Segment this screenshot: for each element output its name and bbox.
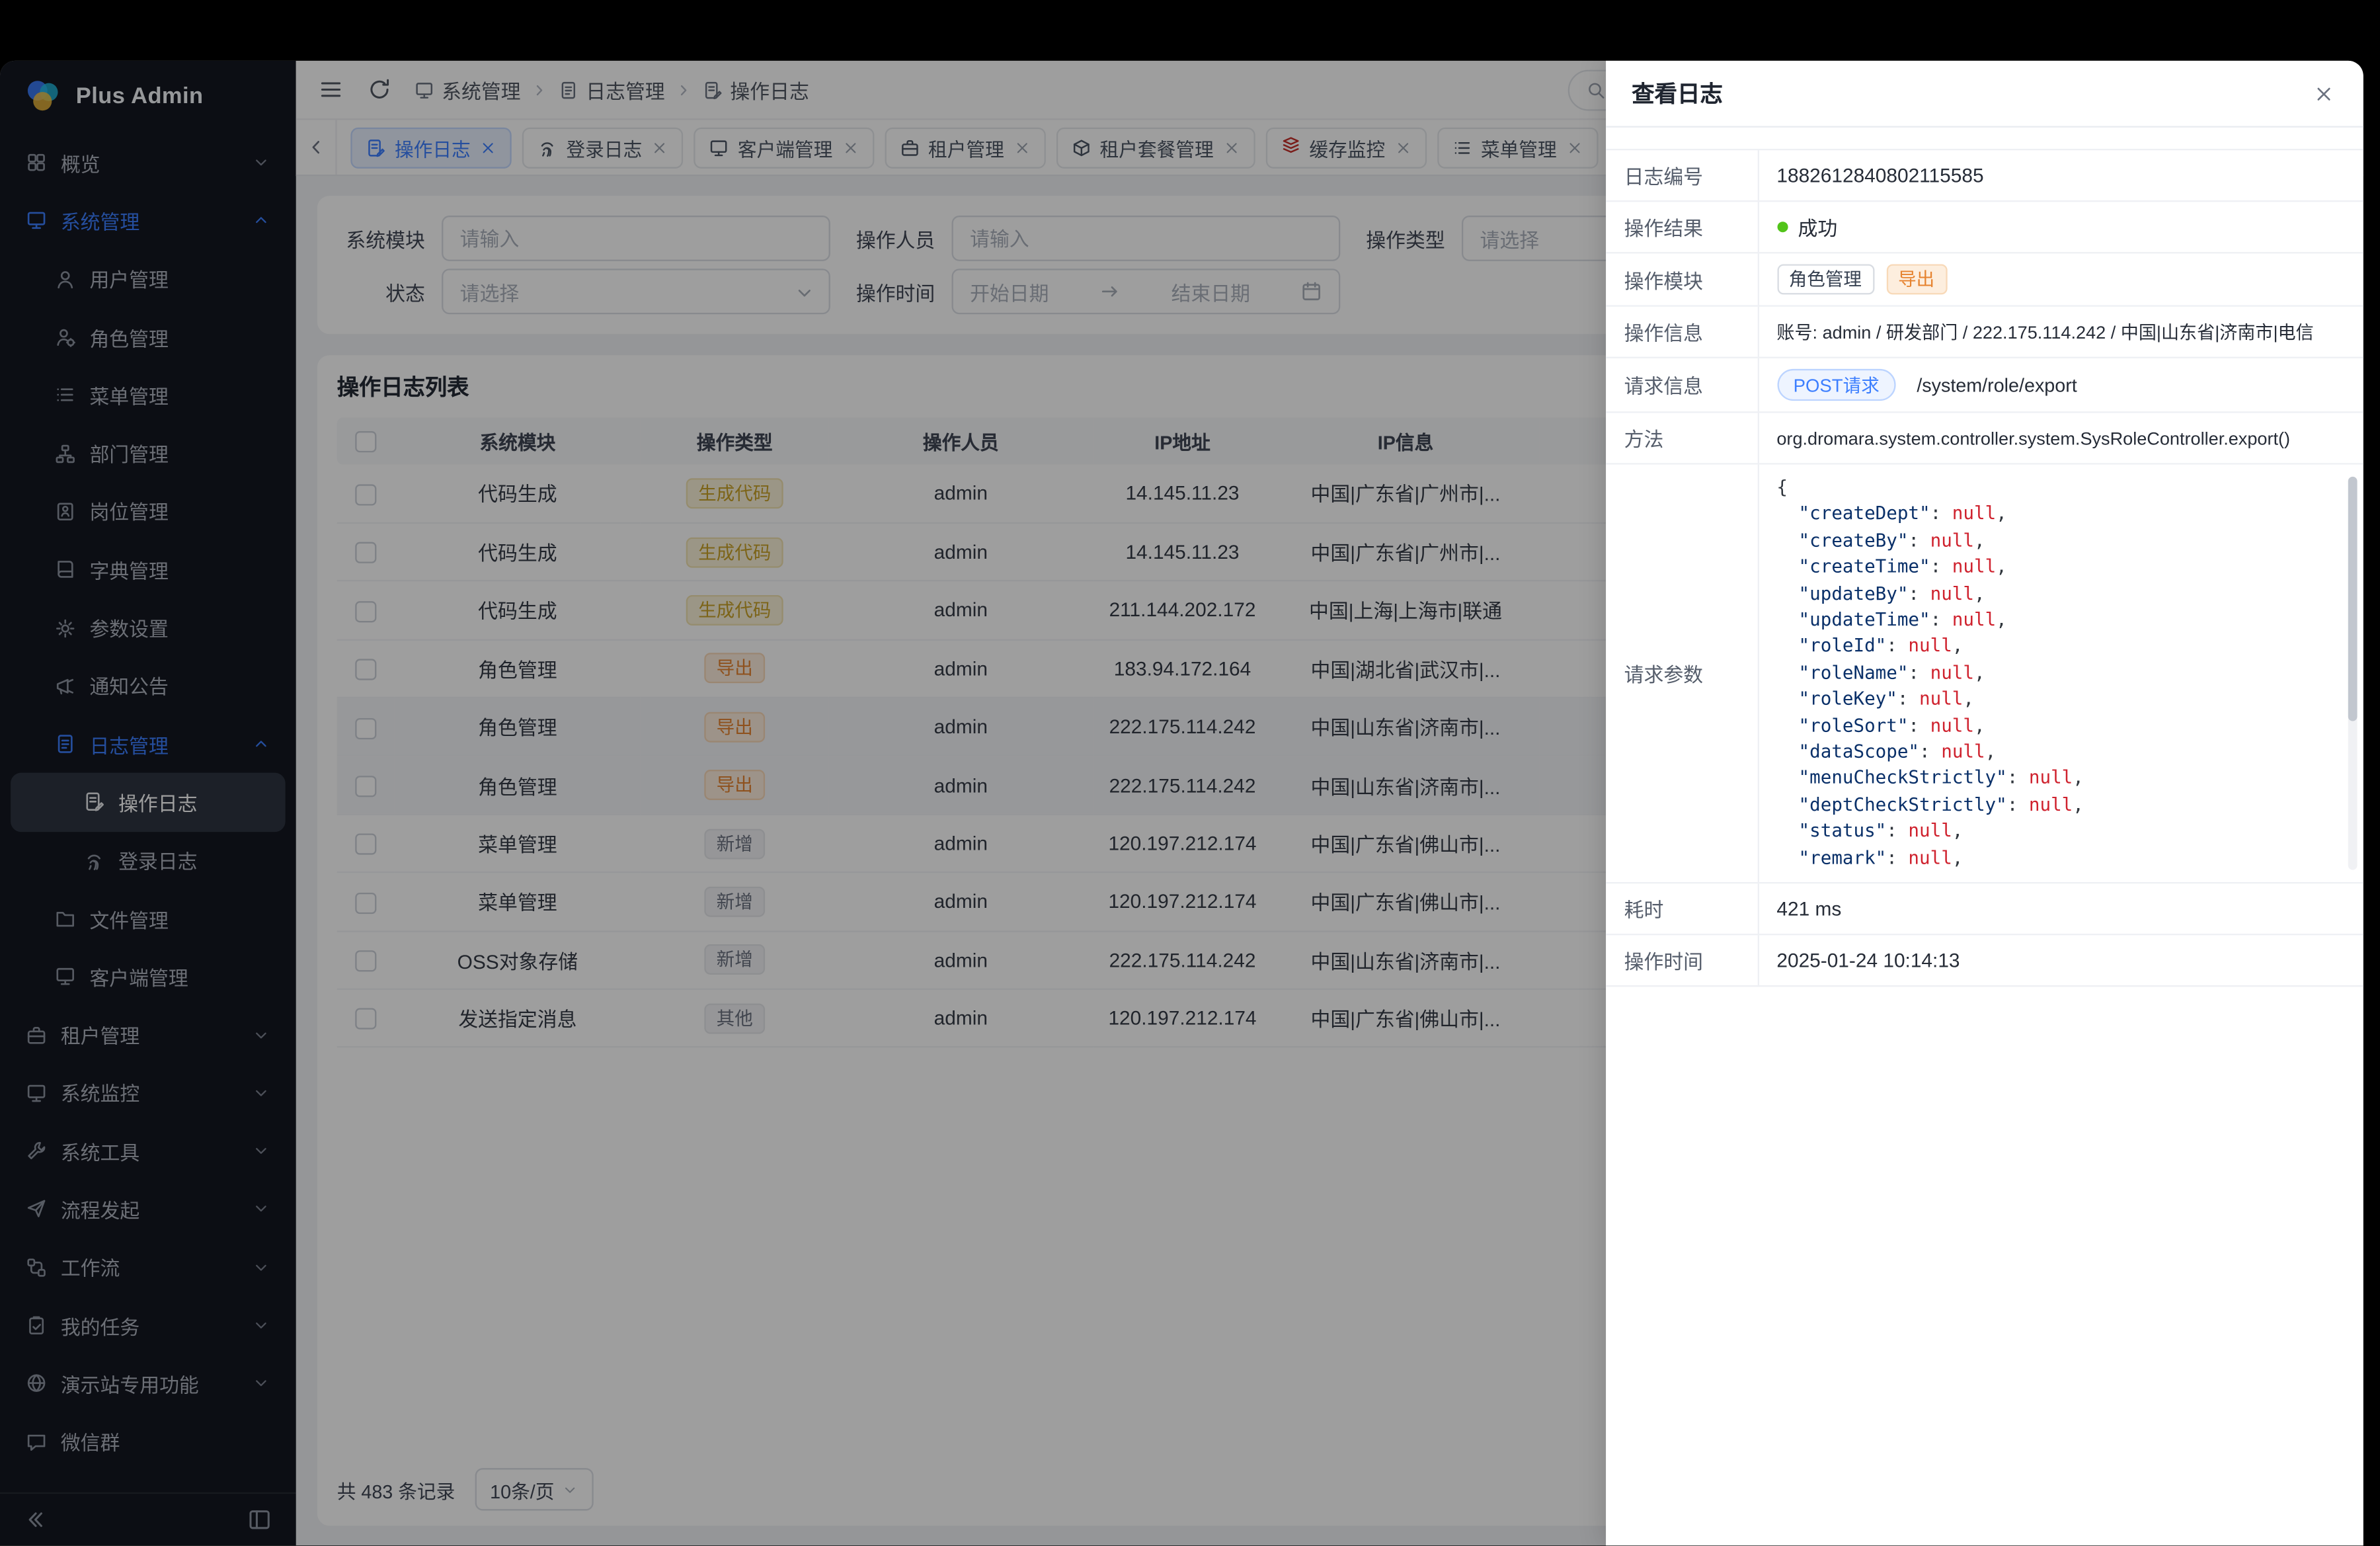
json-line: "status": null, — [1776, 819, 2345, 845]
detail-value-time: 2025-01-24 10:14:13 — [1758, 934, 2363, 986]
json-line: "createBy": null, — [1776, 528, 2345, 555]
http-method-tag: POST请求 — [1776, 369, 1896, 401]
detail-row-result: 操作结果 成功 — [1606, 201, 2363, 253]
scrollbar-thumb[interactable] — [2348, 477, 2358, 721]
json-line: "menuCheckStrictly": null, — [1776, 766, 2345, 792]
close-icon — [2313, 83, 2334, 104]
drawer-title: 查看日志 — [1632, 77, 1723, 109]
detail-label-result: 操作结果 — [1606, 201, 1758, 253]
detail-value-params: { "createDept": null, "createBy": null, … — [1758, 464, 2363, 883]
json-line: "remark": null, — [1776, 845, 2345, 872]
drawer-close-button[interactable] — [2310, 80, 2337, 107]
detail-row-cost: 耗时 421 ms — [1606, 883, 2363, 934]
json-line: "roleKey": null, — [1776, 686, 2345, 713]
detail-row-module: 操作模块 角色管理 导出 — [1606, 253, 2363, 305]
detail-row-method: 方法 org.dromara.system.controller.system.… — [1606, 412, 2363, 464]
request-url: /system/role/export — [1917, 374, 2077, 395]
success-dot-icon — [1776, 222, 1787, 232]
drawer-body: 日志编号 1882612840802115585 操作结果 成功 — [1606, 128, 2363, 1545]
operation-type-tag: 导出 — [1886, 264, 1947, 294]
json-line: "deptCheckStrictly": null, — [1776, 792, 2345, 819]
json-line: "roleSort": null, — [1776, 713, 2345, 739]
detail-row-request: 请求信息 POST请求 /system/role/export — [1606, 358, 2363, 413]
detail-value-cost: 421 ms — [1758, 883, 2363, 934]
detail-row-time: 操作时间 2025-01-24 10:14:13 — [1606, 934, 2363, 986]
code-scrollbar[interactable] — [2348, 477, 2358, 870]
module-tag: 角色管理 — [1776, 264, 1874, 294]
status-badge: 成功 — [1776, 212, 1837, 241]
detail-value-method: org.dromara.system.controller.system.Sys… — [1758, 412, 2363, 464]
detail-label-params: 请求参数 — [1606, 464, 1758, 883]
log-details-table: 日志编号 1882612840802115585 操作结果 成功 — [1606, 149, 2363, 987]
status-text: 成功 — [1798, 212, 1838, 241]
detail-row-info: 操作信息 账号: admin / 研发部门 / 222.175.114.242 … — [1606, 306, 2363, 358]
json-line: "updateBy": null, — [1776, 581, 2345, 607]
detail-row-params: 请求参数 { "createDept": null, "createBy": n… — [1606, 464, 2363, 883]
json-line: "updateTime": null, — [1776, 607, 2345, 633]
detail-label-info: 操作信息 — [1606, 306, 1758, 358]
drawer-header: 查看日志 — [1606, 61, 2363, 128]
module-tags: 角色管理 导出 — [1776, 264, 1946, 294]
json-line: "createDept": null, — [1776, 502, 2345, 528]
detail-value-request: POST请求 /system/role/export — [1758, 358, 2363, 413]
detail-value-result: 成功 — [1758, 201, 2363, 253]
json-line: { — [1776, 475, 2345, 502]
detail-label-module: 操作模块 — [1606, 253, 1758, 305]
detail-value-module: 角色管理 导出 — [1758, 253, 2363, 305]
detail-label-method: 方法 — [1606, 412, 1758, 464]
detail-value-log-id: 1882612840802115585 — [1758, 149, 2363, 201]
request-params-json: { "createDept": null, "createBy": null, … — [1776, 475, 2345, 872]
detail-label-cost: 耗时 — [1606, 883, 1758, 934]
json-line: "createTime": null, — [1776, 555, 2345, 581]
detail-label-time: 操作时间 — [1606, 934, 1758, 986]
detail-value-info: 账号: admin / 研发部门 / 222.175.114.242 / 中国|… — [1758, 306, 2363, 358]
json-line: "roleName": null, — [1776, 660, 2345, 686]
json-line: "roleId": null, — [1776, 633, 2345, 660]
detail-label-request: 请求信息 — [1606, 358, 1758, 413]
json-line: "dataScope": null, — [1776, 739, 2345, 766]
view-log-drawer: 查看日志 日志编号 1882612840802115585 操作结果 成功 — [1606, 61, 2363, 1545]
detail-row-log-id: 日志编号 1882612840802115585 — [1606, 149, 2363, 201]
detail-label-log-id: 日志编号 — [1606, 149, 1758, 201]
screen: Plus Admin 概览系统管理用户管理角色管理菜单管理部门管理岗位管理字典管… — [0, 0, 2380, 1546]
